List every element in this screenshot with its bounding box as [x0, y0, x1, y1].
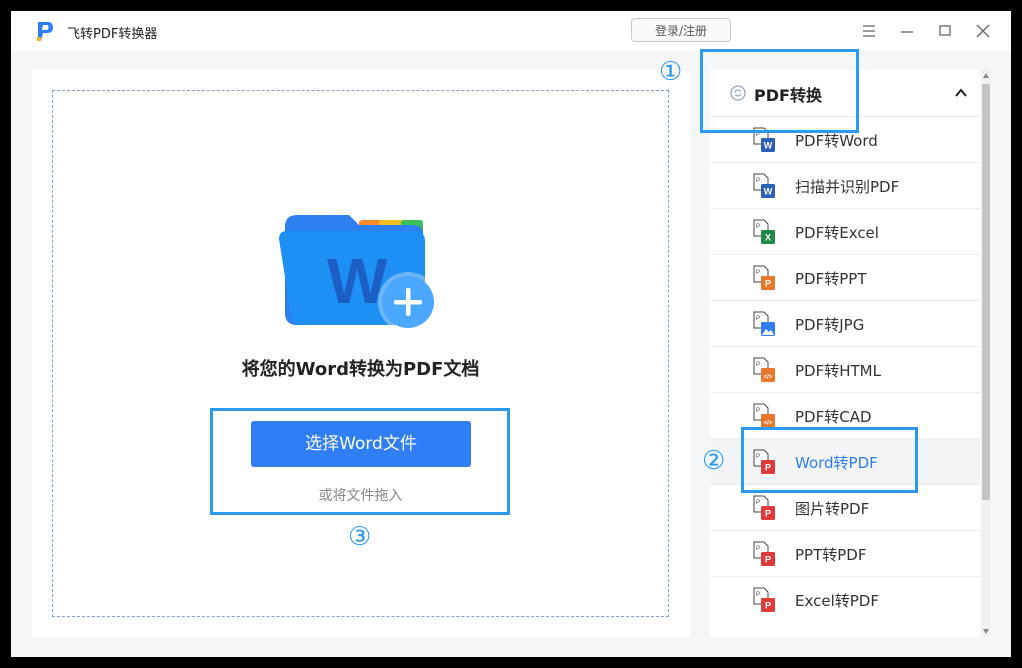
- excel-file-icon: PX: [753, 219, 775, 244]
- pdf-file-icon: PP: [753, 587, 775, 612]
- scrollbar-thumb[interactable]: [982, 84, 990, 500]
- annotation-box-2: [741, 427, 918, 493]
- svg-text:P: P: [756, 546, 760, 552]
- function-sidebar: PDF转换 P W PDF转Word P W 扫描并识别PDF P X PDF转Excel P P P…: [710, 70, 980, 637]
- sidebar-item-label: PDF转PPT: [795, 270, 867, 288]
- sidebar-item-label: PPT转PDF: [795, 546, 867, 564]
- svg-text:W: W: [764, 141, 773, 151]
- drop-zone-title: 将您的Word转换为PDF文档: [241, 359, 480, 380]
- pdf-file-icon: PP: [753, 495, 775, 520]
- svg-text:X: X: [765, 233, 771, 243]
- svg-text:P: P: [756, 362, 760, 368]
- annotation-box-1: [700, 49, 859, 133]
- svg-text:P: P: [765, 279, 771, 289]
- annotation-number-2: ②: [702, 446, 726, 476]
- svg-text:P: P: [765, 509, 771, 519]
- svg-text:P: P: [756, 500, 760, 506]
- html-file-icon: P </>: [753, 357, 775, 382]
- pdf-file-icon: PP: [753, 541, 775, 566]
- login-register-button[interactable]: 登录/注册: [631, 18, 731, 42]
- sidebar-item-label: PDF转HTML: [795, 362, 881, 380]
- sidebar-item[interactable]: P PDF转JPG: [710, 300, 980, 346]
- svg-text:P: P: [756, 178, 760, 184]
- app-logo-icon: [37, 22, 53, 41]
- maximize-icon[interactable]: [935, 21, 955, 41]
- annotation-number-3: ③: [348, 522, 372, 552]
- svg-text:P: P: [765, 555, 771, 565]
- scan-ocr-icon: PW: [753, 173, 775, 198]
- sidebar-item-label: PDF转CAD: [795, 408, 872, 426]
- scroll-down-arrow-icon[interactable]: [982, 627, 990, 635]
- sidebar-item[interactable]: P W 扫描并识别PDF: [710, 162, 980, 208]
- app-window: 飞转PDF转换器 登录/注册 W 将您的Word转换为PDF文档 选择Word文…: [11, 11, 1011, 657]
- close-icon[interactable]: [973, 21, 993, 41]
- annotation-box-3: [210, 408, 510, 515]
- svg-text:P: P: [756, 408, 760, 414]
- sidebar-item-label: PDF转Excel: [795, 224, 879, 242]
- app-title: 飞转PDF转换器: [67, 27, 158, 42]
- sidebar-item[interactable]: P P PDF转PPT: [710, 254, 980, 300]
- svg-text:P: P: [765, 601, 771, 611]
- sidebar-item[interactable]: P P Excel转PDF: [710, 576, 980, 622]
- svg-text:</>: </>: [764, 421, 773, 427]
- svg-text:</>: </>: [764, 375, 773, 381]
- svg-text:W: W: [764, 187, 773, 197]
- sidebar-item-label: Excel转PDF: [795, 592, 879, 610]
- sidebar-scrollbar[interactable]: [982, 70, 990, 637]
- sidebar-item-label: PDF转JPG: [795, 316, 865, 334]
- annotation-number-1: ①: [659, 57, 683, 87]
- svg-text:P: P: [756, 270, 760, 276]
- sidebar-item-label: 图片转PDF: [795, 500, 870, 518]
- svg-text:P: P: [756, 592, 760, 598]
- sidebar-item-label: 扫描并识别PDF: [795, 178, 900, 196]
- ppt-file-icon: PP: [753, 265, 775, 290]
- scroll-up-arrow-icon[interactable]: [982, 72, 990, 80]
- title-bar: 飞转PDF转换器 登录/注册: [11, 11, 1011, 51]
- svg-text:P: P: [756, 316, 760, 322]
- menu-icon[interactable]: [859, 21, 879, 41]
- minimize-icon[interactable]: [897, 21, 917, 41]
- svg-text:P: P: [756, 224, 760, 230]
- cad-file-icon: P </>: [753, 403, 775, 428]
- sidebar-item[interactable]: P P PPT转PDF: [710, 530, 980, 576]
- sidebar-item[interactable]: P </> PDF转HTML: [710, 346, 980, 392]
- sidebar-item-label: PDF转Word: [795, 132, 878, 150]
- image-file-icon: P: [753, 311, 775, 336]
- chevron-up-icon[interactable]: [954, 86, 968, 100]
- sidebar-item[interactable]: P X PDF转Excel: [710, 208, 980, 254]
- word-folder-icon: W: [279, 215, 438, 332]
